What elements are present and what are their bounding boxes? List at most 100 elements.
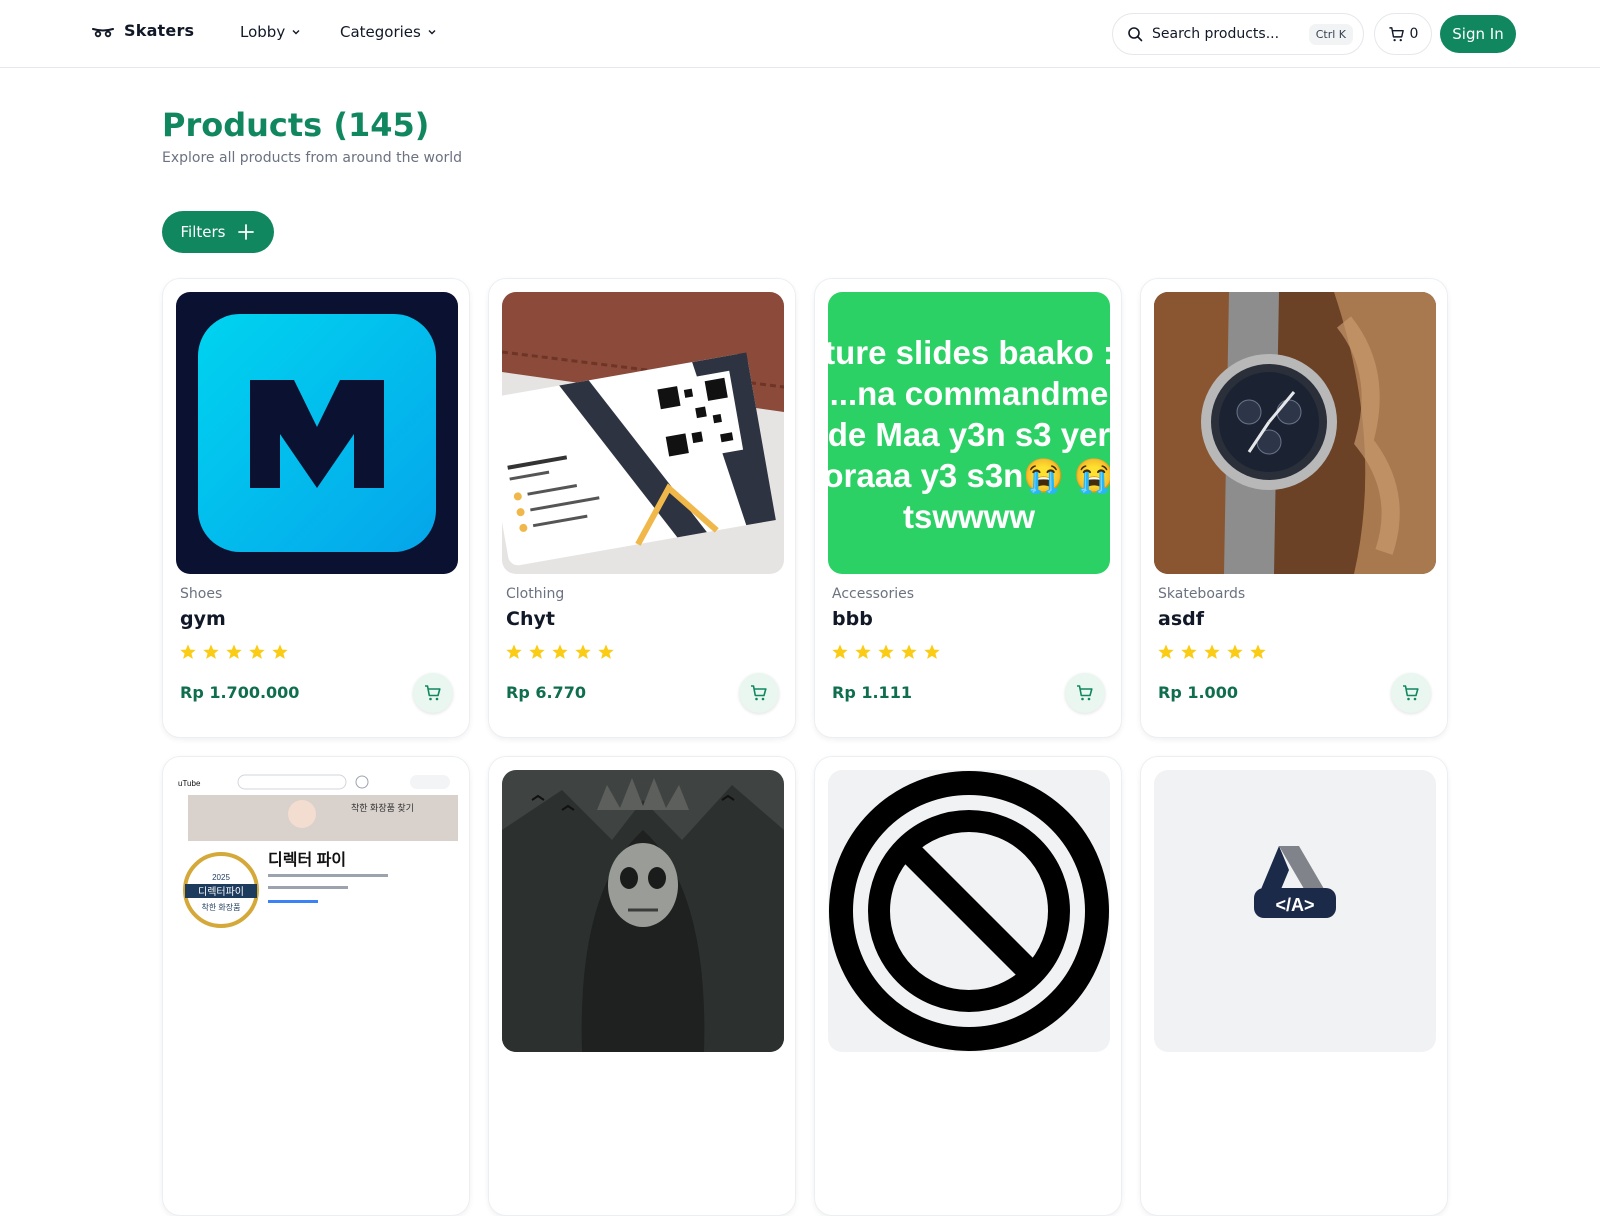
page-subtitle: Explore all products from around the wor…: [162, 150, 463, 166]
product-image[interactable]: [502, 770, 784, 1052]
search-shortcut-badge: Ctrl K: [1308, 23, 1353, 45]
star-icon: [901, 644, 917, 659]
code-logo-icon: </A>: [1154, 770, 1436, 1052]
product-card[interactable]: Clothing Chyt Rp 6.770: [488, 278, 796, 738]
chevron-down-icon: [428, 30, 436, 35]
product-image[interactable]: [828, 770, 1110, 1052]
skateboard-icon: [92, 27, 114, 37]
product-image[interactable]: ture slides baako : ...na commandme de M…: [828, 292, 1110, 574]
image-text-line: 디렉터 파이: [268, 851, 346, 869]
star-icon: [552, 644, 568, 659]
product-image[interactable]: </A>: [1154, 770, 1436, 1052]
star-icon: [226, 644, 242, 659]
image-text-line: oraaa y3 s3n😭 😭: [828, 457, 1110, 495]
star-icon: [249, 644, 265, 659]
product-card[interactable]: Shoes gym Rp 1.700.000: [162, 278, 470, 738]
brand-logo-link[interactable]: Skaters: [92, 21, 194, 40]
product-name[interactable]: asdf: [1158, 608, 1204, 630]
star-icon: [529, 644, 545, 659]
nav-lobby-dropdown[interactable]: Lobby: [240, 23, 301, 41]
star-icon: [598, 644, 614, 659]
image-text-line: 착한 화장품: [201, 902, 240, 912]
image-text-line: ...na commandme: [830, 375, 1109, 412]
rating-stars: [505, 643, 615, 661]
star-icon: [1227, 644, 1243, 659]
product-card[interactable]: </A>: [1140, 756, 1448, 1216]
rating-stars: [1157, 643, 1267, 661]
star-icon: [203, 644, 219, 659]
plus-icon: [238, 224, 255, 240]
star-icon: [832, 644, 848, 659]
business-card-photo: [502, 292, 784, 574]
product-card[interactable]: ture slides baako : ...na commandme de M…: [814, 278, 1122, 738]
star-icon: [924, 644, 940, 659]
product-price: Rp 1.111: [832, 683, 912, 702]
product-name[interactable]: Chyt: [506, 608, 555, 630]
search-icon: [1128, 27, 1143, 42]
product-image[interactable]: [176, 292, 458, 574]
nav-categories-label: Categories: [340, 23, 421, 41]
wristwatch-photo: [1154, 292, 1436, 574]
chevron-down-icon: [292, 30, 300, 35]
prohibited-sign-icon: [828, 770, 1110, 1052]
search-placeholder: Search products...: [1152, 26, 1280, 42]
add-to-cart-button[interactable]: [413, 673, 453, 713]
product-price: Rp 6.770: [506, 683, 586, 702]
cart-icon: [1388, 26, 1404, 41]
star-icon: [1250, 644, 1266, 659]
nav-categories-dropdown[interactable]: Categories: [340, 23, 437, 41]
nav-lobby-label: Lobby: [240, 23, 286, 41]
product-card[interactable]: [814, 756, 1122, 1216]
image-text-line: uTube: [178, 779, 201, 788]
korean-youtube-screenshot: uTube 착한 화장품 찾기 2025 디렉터파이 착한 화장품 디렉터 파이: [176, 770, 458, 1052]
star-icon: [1158, 644, 1174, 659]
product-image[interactable]: [1154, 292, 1436, 574]
brand-name: Skaters: [124, 21, 195, 40]
rating-stars: [831, 643, 941, 661]
product-category: Accessories: [832, 586, 915, 602]
star-icon: [575, 644, 591, 659]
product-name[interactable]: bbb: [832, 608, 873, 630]
product-image[interactable]: uTube 착한 화장품 찾기 2025 디렉터파이 착한 화장품 디렉터 파이: [176, 770, 458, 1052]
product-card[interactable]: [488, 756, 796, 1216]
cart-count: 0: [1409, 26, 1419, 42]
star-icon: [878, 644, 894, 659]
image-text-line: tswwww: [903, 498, 1035, 535]
star-icon: [272, 644, 288, 659]
logo-m-icon: [176, 292, 458, 574]
add-to-cart-button[interactable]: [739, 673, 779, 713]
filters-label: Filters: [180, 223, 226, 241]
add-to-cart-button[interactable]: [1391, 673, 1431, 713]
image-text-line: 디렉터파이: [198, 886, 244, 898]
green-text-card: ture slides baako : ...na commandme de M…: [828, 292, 1110, 574]
image-text-line: </A>: [1275, 895, 1314, 915]
sign-in-button[interactable]: Sign In: [1440, 15, 1516, 53]
product-price: Rp 1.000: [1158, 683, 1238, 702]
cart-icon: [751, 685, 767, 701]
product-category: Clothing: [506, 586, 565, 602]
star-icon: [180, 644, 196, 659]
image-text-line: 2025: [212, 873, 230, 882]
rating-stars: [179, 643, 289, 661]
image-text-line: 착한 화장품 찾기: [351, 803, 414, 813]
top-navbar: Skaters Lobby Categories Search products…: [0, 0, 1600, 68]
star-icon: [1204, 644, 1220, 659]
image-text-line: ture slides baako :: [828, 334, 1110, 371]
cart-button[interactable]: 0: [1374, 13, 1432, 55]
image-text-line: de Maa y3n s3 yer: [828, 416, 1110, 453]
star-icon: [506, 644, 522, 659]
product-category: Shoes: [180, 586, 223, 602]
filters-button[interactable]: Filters: [162, 211, 274, 253]
add-to-cart-button[interactable]: [1065, 673, 1105, 713]
product-name[interactable]: gym: [180, 608, 226, 630]
cart-icon: [1077, 685, 1093, 701]
product-category: Skateboards: [1158, 586, 1246, 602]
search-button[interactable]: Search products... Ctrl K: [1112, 13, 1364, 55]
product-card[interactable]: uTube 착한 화장품 찾기 2025 디렉터파이 착한 화장품 디렉터 파이: [162, 756, 470, 1216]
cart-icon: [425, 685, 441, 701]
product-card[interactable]: Skateboards asdf Rp 1.000: [1140, 278, 1448, 738]
star-icon: [1181, 644, 1197, 659]
product-image[interactable]: [502, 292, 784, 574]
cart-icon: [1403, 685, 1419, 701]
star-icon: [855, 644, 871, 659]
